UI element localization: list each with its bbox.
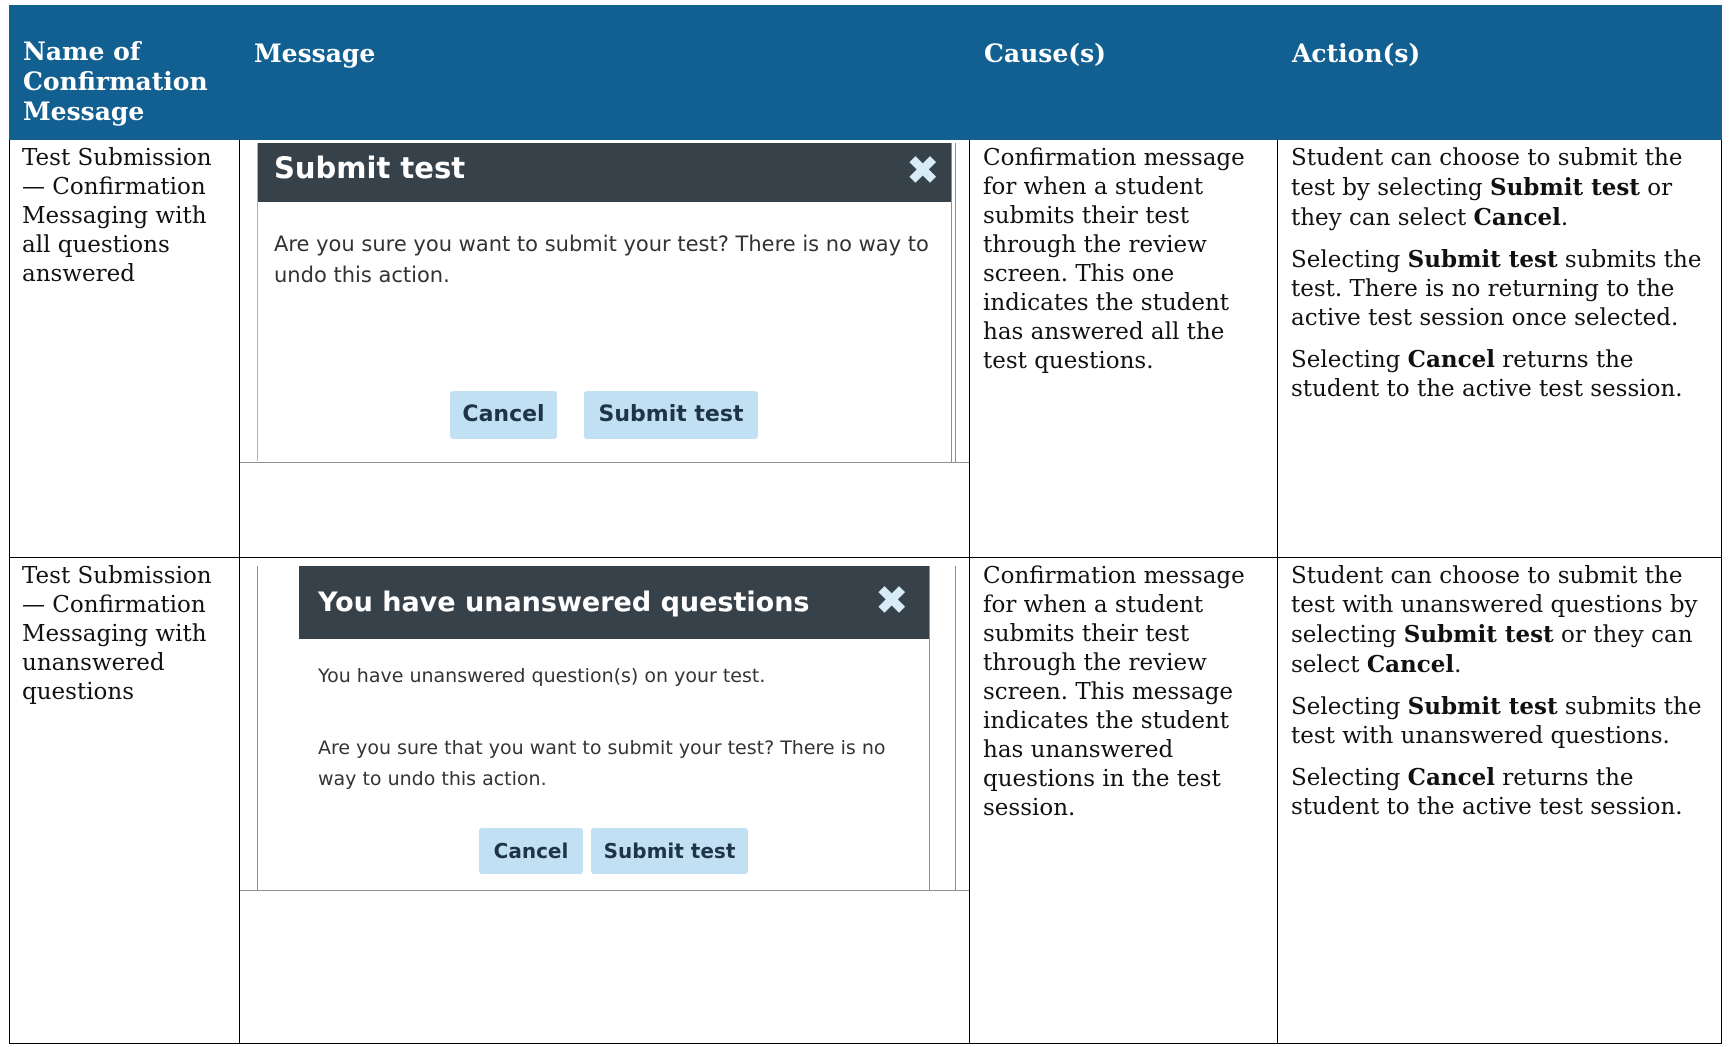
column-divider [239,140,240,1044]
action-paragraph: Selecting Submit test submits the test w… [1291,693,1702,749]
screenshot-edge [257,566,258,890]
action-paragraph: Selecting Cancel returns the student to … [1291,764,1683,820]
cancel-button[interactable]: Cancel [479,828,583,874]
screenshot-edge [951,143,952,463]
close-icon[interactable]: ✖ [875,578,909,624]
screenshot-edge [955,143,956,463]
submit-test-button[interactable]: Submit test [584,391,758,439]
dialog-title: You have unanswered questions [299,566,929,639]
row1-name: Test Submission — Confirmation Messaging… [22,145,212,287]
screenshot-edge [929,566,930,890]
row-divider [9,557,1722,558]
action-paragraph: Selecting Cancel returns the student to … [1291,346,1683,402]
dialog-unanswered-questions: You have unanswered questions ✖ You have… [299,566,929,890]
action-paragraph: Selecting Submit test submits the test. … [1291,246,1702,331]
column-divider [1277,140,1278,1044]
header-actions: Action(s) [1278,5,1722,140]
submit-test-button[interactable]: Submit test [591,828,748,874]
row1-cause: Confirmation message for when a student … [983,145,1245,374]
row2-actions: Student can choose to submit the test wi… [1291,562,1721,834]
screenshot-edge [240,462,969,463]
header-causes: Cause(s) [970,5,1278,140]
row1-actions: Student can choose to submit the test by… [1291,144,1721,416]
header-message: Message [240,5,970,140]
close-icon[interactable]: ✖ [906,148,940,194]
dialog-message-line1: You have unanswered question(s) on your … [318,665,766,687]
cancel-button[interactable]: Cancel [450,391,557,439]
action-paragraph: Student can choose to submit the test by… [1291,145,1683,231]
row2-name: Test Submission — Confirmation Messaging… [22,563,212,705]
action-paragraph: Student can choose to submit the test wi… [1291,563,1698,678]
screenshot-edge [240,890,969,891]
dialog-message: Are you sure you want to submit your tes… [274,232,929,287]
row2-cause: Confirmation message for when a student … [983,563,1245,821]
column-divider [969,140,970,1044]
header-name: Name of Confirmation Message [9,5,240,140]
dialog-message-line2: Are you sure that you want to submit you… [318,737,886,790]
dialog-submit-test: Submit test ✖ Are you sure you want to s… [257,143,952,461]
screenshot-edge [955,566,956,890]
dialog-title: Submit test [258,143,952,202]
